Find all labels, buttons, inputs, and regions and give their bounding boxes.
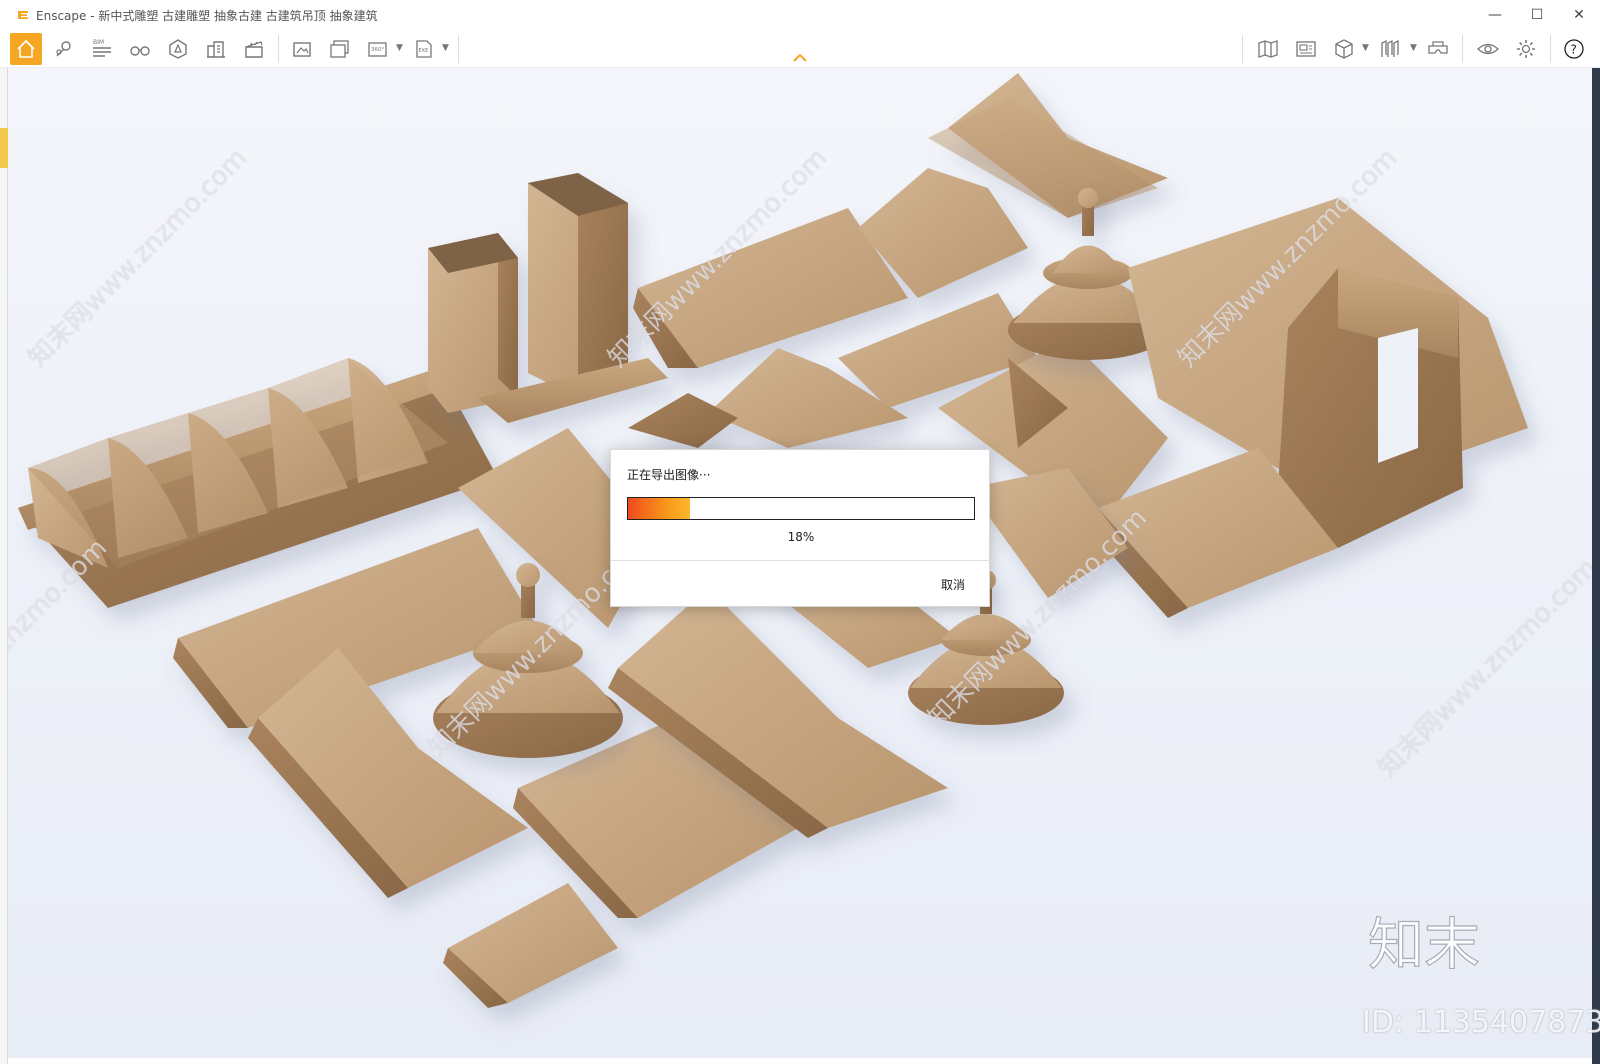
help-button[interactable]: ? [1558, 33, 1590, 65]
home-button[interactable] [10, 33, 42, 65]
window-title: Enscape - 新中式雕塑 古建雕塑 抽象古建 古建筑吊顶 抽象建筑 [36, 8, 378, 23]
screenshot-button[interactable] [286, 33, 318, 65]
bim-label: BIM [93, 39, 104, 46]
map-icon [1258, 40, 1278, 58]
panorama-360-icon: 360° [368, 42, 387, 57]
side-tab [0, 128, 8, 168]
znzmo-logo: 知末 [1367, 912, 1480, 978]
cube-button[interactable] [1328, 33, 1360, 65]
chevron-down-icon[interactable]: ▼ [442, 43, 449, 53]
panorama-label: 360° [371, 47, 384, 53]
toolbar-separator [1462, 35, 1463, 63]
eye-icon [1477, 43, 1499, 55]
clapper-icon [245, 41, 263, 58]
export-exe-button[interactable]: EXE [408, 33, 440, 65]
right-arch [1088, 198, 1528, 618]
toolbar-separator [1550, 35, 1551, 63]
help-icon: ? [1564, 39, 1584, 59]
views-button[interactable] [1290, 33, 1322, 65]
close-button[interactable]: ✕ [1558, 0, 1600, 30]
minimize-button[interactable]: — [1474, 0, 1516, 30]
visual-settings-button[interactable] [1472, 33, 1504, 65]
video-editor-button[interactable] [238, 33, 270, 65]
views-icon [1296, 41, 1316, 57]
cube-icon [1335, 39, 1353, 59]
toolbar-separator [1242, 35, 1243, 63]
enscape-window: Enscape - 新中式雕塑 古建雕塑 抽象古建 古建筑吊顶 抽象建筑 — ☐… [0, 0, 1600, 1064]
asset-library-icon [169, 39, 187, 59]
watermark-id: ID: 1135407873 [1362, 1005, 1600, 1040]
watermark-logo-text: 知末 [1368, 913, 1480, 978]
toolbar-separator [278, 35, 279, 63]
collapse-toolbar-icon[interactable] [792, 52, 808, 64]
vr-button[interactable] [1422, 33, 1454, 65]
screenshot-icon [293, 42, 311, 57]
vr-headset-icon [1428, 41, 1448, 54]
exe-label: EXE [419, 48, 429, 54]
pin-icon [56, 41, 71, 57]
title-bar: Enscape - 新中式雕塑 古建雕塑 抽象古建 古建筑吊顶 抽象建筑 — ☐… [0, 0, 1600, 30]
maximize-button[interactable]: ☐ [1516, 0, 1558, 30]
tower-pair [428, 173, 668, 423]
right-edge-strip [1592, 68, 1600, 1064]
gear-icon [1517, 40, 1535, 58]
asset-library-button[interactable] [162, 33, 194, 65]
map-button[interactable] [1252, 33, 1284, 65]
bookmark-icon [1381, 39, 1399, 57]
buildings-icon [207, 41, 225, 58]
progress-bar [627, 497, 975, 520]
dialog-divider [611, 560, 991, 561]
export-progress-dialog: 正在导出图像··· 18% 取消 [610, 449, 991, 607]
progress-fill [628, 498, 691, 519]
batch-render-icon [330, 40, 349, 58]
navigation-button[interactable] [48, 33, 80, 65]
enscape-logo-icon [18, 11, 28, 19]
cancel-button[interactable]: 取消 [941, 576, 965, 593]
chevron-down-icon[interactable]: ▼ [1410, 43, 1417, 53]
panorama-button[interactable]: 360° [362, 33, 394, 65]
bookmark-button[interactable] [1374, 33, 1406, 65]
bim-icon: BIM [93, 39, 111, 57]
batch-render-button[interactable] [324, 33, 356, 65]
buildings-button[interactable] [200, 33, 232, 65]
home-icon [17, 39, 35, 58]
chevron-down-icon[interactable]: ▼ [396, 43, 403, 53]
left-edge-strip [0, 68, 8, 1064]
bim-button[interactable]: BIM [86, 33, 118, 65]
export-exe-icon: EXE [416, 40, 432, 58]
toolbar-separator [458, 35, 459, 63]
progress-percent: 18% [787, 530, 815, 544]
binoculars-icon [130, 46, 150, 56]
settings-button[interactable] [1510, 33, 1542, 65]
chevron-down-icon[interactable]: ▼ [1362, 43, 1369, 53]
dialog-title: 正在导出图像··· [627, 468, 711, 482]
binoculars-button[interactable] [124, 33, 156, 65]
help-label: ? [1571, 43, 1577, 57]
